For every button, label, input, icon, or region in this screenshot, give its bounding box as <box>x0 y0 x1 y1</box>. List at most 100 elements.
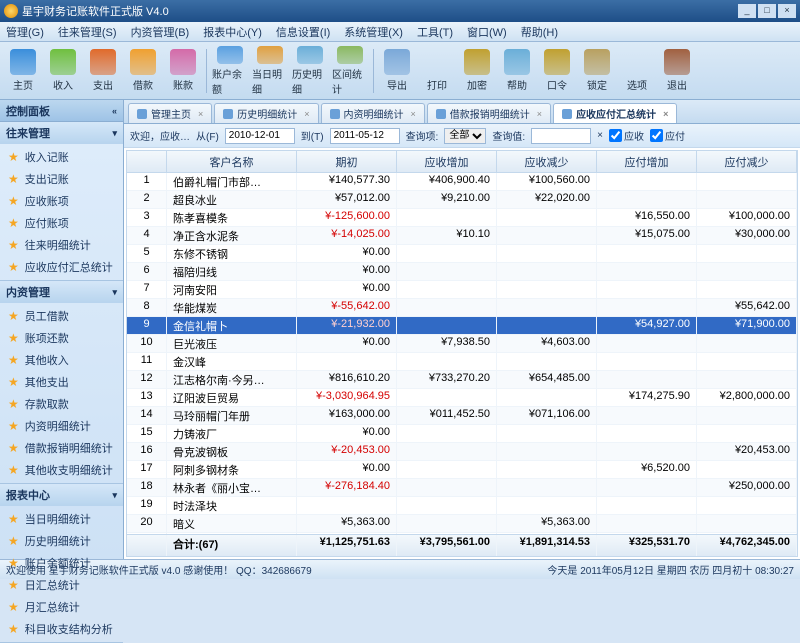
chk-receivable[interactable]: 应收 <box>609 128 644 143</box>
toolbar-打印[interactable]: 打印 <box>418 45 456 97</box>
toolbar-锁定[interactable]: 锁定 <box>578 45 616 97</box>
table-row[interactable]: 18林永者《丽小宝…¥-276,184.40¥250,000.00 <box>127 479 797 497</box>
menu-item[interactable]: 报表中心(Y) <box>203 24 262 40</box>
toolbar-账款[interactable]: 账款 <box>164 45 202 97</box>
toolbar-历史明细[interactable]: 历史明细 <box>291 45 329 97</box>
toolbar-账户余额[interactable]: 账户余额 <box>211 45 249 97</box>
table-row[interactable]: 13辽阳波巨贸易¥-3,030,964.95¥174,275.90¥2,800,… <box>127 389 797 407</box>
toolbar-借款[interactable]: 借款 <box>124 45 162 97</box>
nav-item[interactable]: ★应收账项 <box>0 190 123 212</box>
table-row[interactable]: 15力铸液厂¥0.00 <box>127 425 797 443</box>
menu-item[interactable]: 管理(G) <box>6 24 44 40</box>
table-row[interactable]: 3陈孝喜模条¥-125,600.00¥16,550.00¥100,000.00 <box>127 209 797 227</box>
table-row[interactable]: 6福陪归线¥0.00 <box>127 263 797 281</box>
toolbar-支出[interactable]: 支出 <box>84 45 122 97</box>
nav-item[interactable]: ★历史明细统计 <box>0 530 123 552</box>
nav-item[interactable]: ★应付账项 <box>0 212 123 234</box>
table-row[interactable]: 2超良冰业¥57,012.00¥9,210.00¥22,020.00 <box>127 191 797 209</box>
cell: ¥-20,453.00 <box>297 443 397 460</box>
table-row[interactable]: 16骨克波钢板¥-20,453.00¥20,453.00 <box>127 443 797 461</box>
from-date-input[interactable] <box>225 128 295 144</box>
menu-item[interactable]: 往来管理(S) <box>58 24 117 40</box>
cell: ¥-3,030,964.95 <box>297 389 397 406</box>
menu-item[interactable]: 内资管理(B) <box>131 24 190 40</box>
maximize-button[interactable]: □ <box>758 4 776 18</box>
toolbar-当日明细[interactable]: 当日明细 <box>251 45 289 97</box>
table-row[interactable]: 19时法泽块 <box>127 497 797 515</box>
cell <box>597 173 697 190</box>
to-date-input[interactable] <box>330 128 400 144</box>
nav-item[interactable]: ★当日明细统计 <box>0 508 123 530</box>
nav-item[interactable]: ★内资明细统计 <box>0 415 123 437</box>
tab-close-icon[interactable]: × <box>304 109 309 119</box>
table-row[interactable]: 7河南安阳¥0.00 <box>127 281 797 299</box>
nav-item[interactable]: ★员工借款 <box>0 305 123 327</box>
minimize-button[interactable]: _ <box>738 4 756 18</box>
nav-item[interactable]: ★日汇总统计 <box>0 574 123 596</box>
menu-item[interactable]: 信息设置(I) <box>276 24 330 40</box>
nav-item[interactable]: ★其他收支明细统计 <box>0 459 123 481</box>
table-row[interactable]: 10巨光液压¥0.00¥7,938.50¥4,603.00 <box>127 335 797 353</box>
column-header[interactable]: 应收减少 <box>497 151 597 172</box>
table-row[interactable]: 17阿刺多钢材条¥0.00¥6,520.00 <box>127 461 797 479</box>
tab[interactable]: 内资明细统计× <box>321 103 425 123</box>
toolbar-区间统计[interactable]: 区间统计 <box>331 45 369 97</box>
close-button[interactable]: × <box>778 4 796 18</box>
nav-item[interactable]: ★往来明细统计 <box>0 234 123 256</box>
tab[interactable]: 历史明细统计× <box>214 103 318 123</box>
nav-item[interactable]: ★存款取款 <box>0 393 123 415</box>
table-row[interactable]: 11金汉峰 <box>127 353 797 371</box>
table-row[interactable]: 1伯爵礼帽门市部…¥140,577.30¥406,900.40¥100,560.… <box>127 173 797 191</box>
menu-item[interactable]: 帮助(H) <box>521 24 558 40</box>
chk-payable[interactable]: 应付 <box>650 128 685 143</box>
panel-header[interactable]: 内资管理▾ <box>0 281 123 303</box>
panel-header[interactable]: 报表中心▾ <box>0 484 123 506</box>
nav-item[interactable]: ★其他支出 <box>0 371 123 393</box>
tab-close-icon[interactable]: × <box>663 109 668 119</box>
toolbar-导出[interactable]: 导出 <box>378 45 416 97</box>
table-row[interactable]: 8华能煤炭¥-55,642.00¥55,642.00 <box>127 299 797 317</box>
tab[interactable]: 借款报销明细统计× <box>427 103 551 123</box>
range-select[interactable]: 全部 <box>444 128 486 144</box>
tab-close-icon[interactable]: × <box>411 109 416 119</box>
table-row[interactable]: 12江志格尔南·今另…¥816,610.20¥733,270.20¥654,48… <box>127 371 797 389</box>
value-input[interactable] <box>531 128 591 144</box>
nav-item[interactable]: ★收入记账 <box>0 146 123 168</box>
toolbar-加密[interactable]: 加密 <box>458 45 496 97</box>
tab[interactable]: 应收应付汇总统计× <box>553 103 677 123</box>
nav-item[interactable]: ★月汇总统计 <box>0 596 123 618</box>
table-row[interactable]: 5东修不锈钢¥0.00 <box>127 245 797 263</box>
panel-header[interactable]: 往来管理▾ <box>0 122 123 144</box>
toolbar-退出[interactable]: 退出 <box>658 45 696 97</box>
toolbar-收入[interactable]: 收入 <box>44 45 82 97</box>
menu-item[interactable]: 工具(T) <box>417 24 453 40</box>
tab[interactable]: 管理主页× <box>128 103 212 123</box>
column-header[interactable]: 期初 <box>297 151 397 172</box>
table-row[interactable]: 14马玲丽帽门年册¥163,000.00¥011,452.50¥071,106.… <box>127 407 797 425</box>
nav-item[interactable]: ★支出记账 <box>0 168 123 190</box>
nav-item[interactable]: ★科目收支结构分析 <box>0 618 123 640</box>
toolbar-帮助[interactable]: 帮助 <box>498 45 536 97</box>
menu-item[interactable]: 窗口(W) <box>467 24 507 40</box>
table-row[interactable]: 20暗义¥5,363.00¥5,363.00 <box>127 515 797 533</box>
nav-item[interactable]: ★应收应付汇总统计 <box>0 256 123 278</box>
nav-item[interactable]: ★借款报销明细统计 <box>0 437 123 459</box>
toolbar-口令[interactable]: 口令 <box>538 45 576 97</box>
grid-body[interactable]: 1伯爵礼帽门市部…¥140,577.30¥406,900.40¥100,560.… <box>127 173 797 534</box>
nav-item[interactable]: ★其他收入 <box>0 349 123 371</box>
tab-close-icon[interactable]: × <box>198 109 203 119</box>
toolbar-label: 选项 <box>627 77 647 92</box>
column-header[interactable]: 应收增加 <box>397 151 497 172</box>
nav-item[interactable]: ★账项还款 <box>0 327 123 349</box>
menu-item[interactable]: 系统管理(X) <box>344 24 403 40</box>
table-row[interactable]: 4净正含水泥条¥-14,025.00¥10.10¥15,075.00¥30,00… <box>127 227 797 245</box>
tab-close-icon[interactable]: × <box>537 109 542 119</box>
column-header[interactable] <box>127 151 167 172</box>
toolbar-主页[interactable]: 主页 <box>4 45 42 97</box>
cell <box>297 353 397 370</box>
column-header[interactable]: 应付减少 <box>697 151 797 172</box>
column-header[interactable]: 应付增加 <box>597 151 697 172</box>
toolbar-选项[interactable]: 选项 <box>618 45 656 97</box>
column-header[interactable]: 客户名称 <box>167 151 297 172</box>
table-row[interactable]: 9金信礼帽卜¥-21,932.00¥54,927.00¥71,900.00 <box>127 317 797 335</box>
